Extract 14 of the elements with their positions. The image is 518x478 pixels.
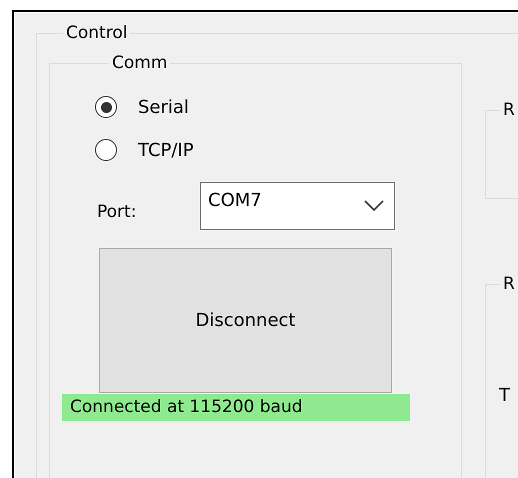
port-label: Port: <box>96 201 138 222</box>
group-title: Control <box>65 22 128 44</box>
radio-button[interactable] <box>95 96 117 118</box>
status-text: Connected at 115200 baud <box>62 394 410 421</box>
radio-label[interactable]: Serial <box>138 96 189 118</box>
disconnect-button[interactable]: Disconnect <box>99 248 392 393</box>
field-label: T <box>499 385 511 406</box>
chevron-icon <box>364 200 384 212</box>
radio-button[interactable] <box>95 139 117 161</box>
group-title: Comm <box>111 52 168 74</box>
radio-label[interactable]: TCP/IP <box>138 140 194 160</box>
group-title: R <box>502 273 516 295</box>
port-dropdown[interactable]: COM7 <box>200 182 395 230</box>
group-title: R <box>502 99 516 121</box>
